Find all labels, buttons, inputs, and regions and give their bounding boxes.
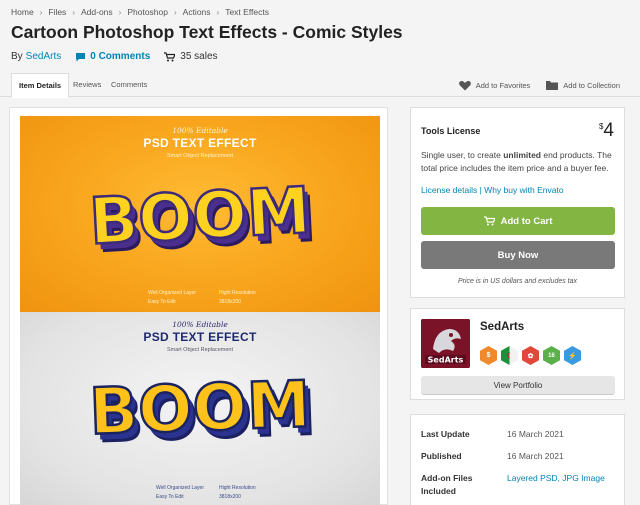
sales-label: 35 sales [180, 51, 218, 62]
avatar[interactable]: SedArts [421, 319, 470, 368]
footer-line: Hight Resolution [219, 485, 256, 491]
detail-key: Published [421, 451, 462, 461]
desc-text: Single user, to create [421, 150, 504, 160]
cart-icon [164, 51, 176, 61]
breadcrumb-home[interactable]: Home [11, 7, 34, 17]
preview-footer-left: Well Organized Layer Easy To Edit [156, 484, 204, 502]
footer-line: Well Organized Layer [148, 290, 196, 296]
license-details-link[interactable]: License details [421, 185, 477, 195]
heart-icon [458, 80, 471, 90]
add-to-favorites-button[interactable]: Add to Favorites [458, 80, 531, 91]
footer-line: Easy To Edit [148, 299, 176, 305]
lightning-icon[interactable]: ⚡ [564, 346, 581, 365]
add-to-cart-button[interactable]: Add to Cart [421, 207, 615, 235]
tab-reviews[interactable]: Reviews [73, 73, 101, 97]
detail-value: 16 March 2021 [507, 451, 564, 461]
detail-key: Add-on Files Included [421, 473, 473, 496]
badge-count: 16 [548, 352, 555, 359]
view-portfolio-button[interactable]: View Portfolio [421, 376, 615, 395]
preview-headline: PSD TEXT EFFECT [143, 136, 257, 150]
folder-icon [546, 81, 559, 90]
price: $4 [599, 120, 614, 142]
tab-item-details[interactable]: Item Details [11, 73, 70, 98]
breadcrumb-files[interactable]: Files [48, 7, 66, 17]
sales-badge-icon[interactable]: $ [480, 346, 497, 365]
desc-bold: unlimited [503, 150, 541, 160]
favorites-label: Add to Favorites [475, 80, 531, 90]
license-description: Single user, to create unlimited end pro… [421, 149, 619, 175]
paw-icon[interactable]: ✿ [522, 346, 539, 365]
breadcrumb-actions[interactable]: Actions [183, 7, 211, 17]
footer-line: Hight Resolution [219, 290, 256, 296]
author-box: SedArts SedArts $ ☾ ✿ 16 ⚡ View Portfoli… [410, 308, 625, 400]
author-badges: $ ☾ ✿ 16 ⚡ [480, 346, 581, 365]
preview-word: BOOM [86, 173, 313, 261]
preview-editable-text: 100% Editable [172, 320, 228, 329]
license-title: Tools License [421, 126, 481, 136]
breadcrumb-addons[interactable]: Add-ons [81, 7, 113, 17]
license-links: License details | Why buy with Envato [421, 185, 564, 195]
detail-value-link[interactable]: Layered PSD, JPG Image [507, 472, 627, 485]
tabs-bar: Item Details Reviews Comments Add to Fav… [0, 73, 640, 98]
price-value: 4 [603, 120, 614, 141]
item-meta: By SedArts 0 Comments 35 sales [11, 51, 218, 62]
chevron-right-icon: › [118, 7, 122, 17]
author-name[interactable]: SedArts [480, 321, 524, 333]
years-badge-icon[interactable]: 16 [543, 346, 560, 365]
item-preview: 100% Editable PSD TEXT EFFECT Smart Obje… [9, 107, 388, 505]
price-note: Price is in US dollars and excludes tax [457, 278, 578, 285]
comments-count: 0 Comments [90, 51, 151, 62]
footer-line: 3818x200 [219, 494, 241, 500]
item-details-table: Last Update 16 March 2021 Published 16 M… [410, 414, 625, 505]
cart-icon [483, 216, 495, 226]
buy-now-button[interactable]: Buy Now [421, 241, 615, 269]
preview-footer-right: Hight Resolution 3818x200 [219, 289, 256, 307]
preview-subtitle: Smart Object Replacement [166, 153, 234, 159]
footer-line: Easy To Edit [156, 494, 184, 500]
item-actions: Add to Favorites Add to Collection [458, 73, 620, 97]
chevron-right-icon: › [72, 7, 75, 17]
footer-line: Well Organized Layer [156, 485, 204, 491]
by-label: By [11, 51, 23, 62]
preview-image-gray[interactable]: 100% Editable PSD TEXT EFFECT Smart Obje… [20, 312, 380, 505]
add-to-cart-label: Add to Cart [500, 215, 553, 227]
add-to-collection-button[interactable]: Add to Collection [546, 80, 620, 90]
comment-icon [76, 52, 86, 61]
author-link[interactable]: SedArts [26, 51, 62, 62]
currency-symbol: $ [598, 122, 604, 131]
breadcrumb-photoshop[interactable]: Photoshop [127, 7, 168, 17]
chevron-right-icon: › [173, 7, 177, 17]
preview-editable-text: 100% Editable [172, 126, 228, 135]
collection-label: Add to Collection [563, 80, 620, 90]
preview-footer-right: Hight Resolution 3818x200 [219, 484, 256, 502]
why-buy-link[interactable]: Why buy with Envato [484, 185, 563, 195]
algeria-flag-icon[interactable]: ☾ [501, 346, 518, 365]
detail-value: 16 March 2021 [507, 429, 564, 439]
chevron-right-icon: › [216, 7, 220, 17]
logo-text: SedArts [428, 356, 464, 365]
sedarts-logo: SedArts [421, 319, 470, 368]
footer-line: 3818x200 [219, 299, 241, 305]
preview-headline: PSD TEXT EFFECT [143, 330, 257, 344]
comments-link[interactable]: 0 Comments [75, 51, 150, 62]
preview-footer-left: Well Organized Layer Easy To Edit [148, 289, 196, 307]
breadcrumb: Home › Files › Add-ons › Photoshop › Act… [11, 7, 269, 17]
preview-word: BOOM [87, 367, 313, 451]
breadcrumb-text-effects[interactable]: Text Effects [225, 7, 269, 17]
tab-comments[interactable]: Comments [111, 73, 147, 97]
page-title: Cartoon Photoshop Text Effects - Comic S… [11, 22, 403, 42]
detail-key: Last Update [421, 429, 470, 439]
preview-image-orange[interactable]: 100% Editable PSD TEXT EFFECT Smart Obje… [20, 116, 380, 312]
preview-subtitle: Smart Object Replacement [166, 347, 234, 353]
chevron-right-icon: › [39, 7, 43, 17]
license-box: Tools License $4 Single user, to create … [410, 107, 625, 298]
sales-count: 35 sales [164, 51, 218, 62]
